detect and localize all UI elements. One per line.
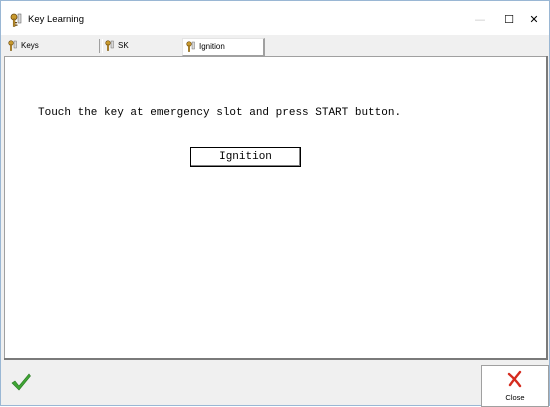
tab-label: Ignition — [199, 42, 225, 51]
key-learning-window: Key Learning — ☐ ✕ Keys SK Ignition Touc… — [0, 0, 550, 407]
key-icon — [10, 13, 22, 27]
window-title: Key Learning — [28, 14, 84, 25]
key-icon — [8, 40, 17, 51]
panel-border — [4, 358, 548, 360]
tab-label: SK — [118, 41, 129, 50]
check-icon[interactable] — [11, 373, 31, 391]
panel-border — [546, 56, 548, 360]
key-icon — [105, 40, 114, 51]
ignition-panel: Touch the key at emergency slot and pres… — [4, 56, 547, 360]
close-x-icon — [507, 370, 522, 388]
close-label: Close — [505, 393, 525, 402]
tab-ignition[interactable]: Ignition — [182, 38, 265, 56]
instruction-text: Touch the key at emergency slot and pres… — [38, 107, 402, 119]
ignition-button[interactable]: Ignition — [190, 147, 301, 167]
close-button[interactable]: Close — [481, 365, 549, 407]
tab-separator — [99, 39, 103, 53]
window-close-button[interactable]: ✕ — [517, 7, 550, 33]
tab-label: Keys — [21, 41, 39, 50]
tab-keys[interactable]: Keys — [8, 38, 93, 54]
footer-bar — [1, 361, 549, 405]
key-icon — [186, 41, 195, 52]
title-bar: Key Learning — ☐ ✕ — [1, 1, 549, 35]
tab-sk[interactable]: SK — [105, 38, 175, 54]
tab-strip: Keys SK Ignition — [1, 37, 549, 56]
